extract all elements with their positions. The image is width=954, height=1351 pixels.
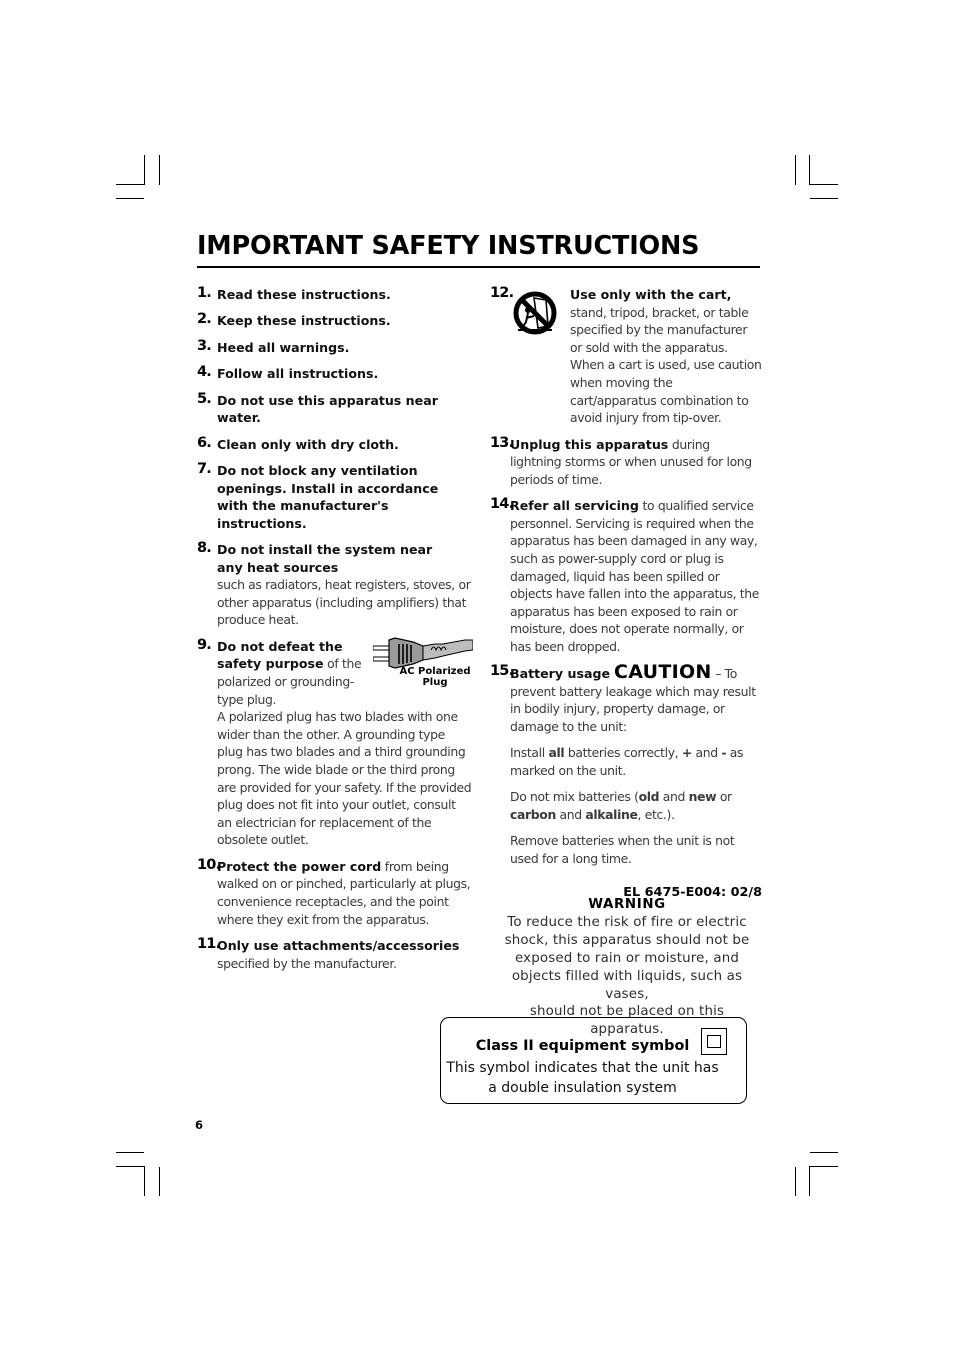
item-number: 12. [490,285,514,301]
note-text: , etc.). [637,807,675,823]
note-text: and [691,745,722,761]
item-heading: Protect the power cord [217,858,382,874]
item-heading: Refer all servicing [510,498,639,514]
note-emphasis: alkaline [585,807,638,823]
right-column: 12. Use only with the cart, stand, tripo… [490,285,762,901]
class-ii-equipment-box: Class II equipment symbol This symbol in… [440,1017,747,1104]
instruction-item-5: 5. Do not use this apparatus near water. [197,390,472,427]
item-number: 2. [197,311,212,328]
item-heading: Do not install the system near any heat … [217,542,433,575]
page-title: IMPORTANT SAFETY INSTRUCTIONS [197,231,700,261]
note-emphasis: all [548,745,565,761]
item-heading: Read these instructions. [217,287,391,302]
item-body: specified by the manufacturer. [217,955,397,971]
item-heading: Unplug this apparatus [510,436,669,452]
item-heading: Battery usage [510,666,610,682]
item-heading: Do not block any ventilation openings. I… [217,462,439,531]
instruction-item-2: 2. Keep these instructions. [197,311,472,330]
battery-note-mix: Do not mix batteries (old and new or car… [510,788,762,823]
left-column: 1. Read these instructions. 2. Keep thes… [197,285,474,981]
battery-note-remove: Remove batteries when the unit is not us… [510,833,735,866]
title-rule [197,266,760,268]
note-text: and [555,807,586,823]
item-number: 6. [197,434,212,451]
item-number: 1. [197,285,212,301]
item-number: 14. [490,496,514,513]
item-heading: Do not use this apparatus near water. [217,392,438,426]
item-heading: Follow all instructions. [217,366,379,382]
item-body: stand, tripod, bracket, or table specifi… [570,304,762,426]
instruction-item-15: 15. Battery usage CAUTION – To prevent b… [490,661,762,735]
item-number: 3. [197,337,212,354]
note-text: or [716,789,732,805]
item-number: 10. [197,856,221,873]
class-ii-description: This symbol indicates that the unit has … [441,1058,724,1098]
note-text: Do not mix batteries ( [510,789,639,805]
item-body: to qualified service personnel. Servicin… [510,498,760,654]
item-number: 9. [197,636,212,653]
item-number: 5. [197,390,212,407]
item-number: 8. [197,540,212,557]
item-heading: Only use attachments/accessories [217,937,460,953]
instruction-item-1: 1. Read these instructions. [197,285,472,304]
class-ii-line: a double insulation system [488,1080,677,1096]
item-number: 4. [197,364,212,381]
instruction-item-4: 4. Follow all instructions. [197,364,472,383]
item-body: such as radiators, heat registers, stove… [217,577,471,628]
item-heading: Heed all warnings. [217,339,350,355]
item-heading: Use only with the cart, [570,287,732,302]
warning-line: shock, this apparatus should not be [504,932,750,948]
instruction-item-13: 13. Unplug this apparatus during lightni… [490,434,762,489]
note-emphasis: carbon [510,807,556,823]
item-heading: Clean only with dry cloth. [217,436,399,452]
note-text: batteries correctly, [564,745,682,761]
item-body: A polarized plug has two blades with one… [217,709,472,848]
caution-label: CAUTION [613,661,712,684]
item-number: 15. [490,663,514,680]
class-ii-line: This symbol indicates that the unit has [446,1060,719,1076]
note-text: Install [510,745,549,761]
cart-tip-over-warning-icon [512,290,558,336]
item-number: 13. [490,434,514,451]
warning-line: exposed to rain or moisture, and [514,950,740,966]
item-heading: Keep these instructions. [217,313,391,329]
plug-caption: AC Polarized Plug [399,665,471,688]
warning-line: To reduce the risk of fire or electric [507,914,747,930]
instruction-item-3: 3. Heed all warnings. [197,337,472,357]
instruction-item-12: 12. Use only with the cart, stand, tripo… [490,285,762,427]
instruction-item-14: 14. Refer all servicing to qualified ser… [490,496,762,655]
warning-line: objects filled with liquids, such as vas… [511,968,743,1002]
instruction-item-8: 8. Do not install the system near any he… [197,540,472,629]
instruction-item-10: 10. Protect the power cord from being wa… [197,856,472,928]
note-emphasis: old [638,789,660,805]
note-emphasis: new [688,789,717,805]
battery-note-install: Install all batteries correctly, + and -… [510,744,762,779]
instruction-item-11: 11. Only use attachments/accessories spe… [197,935,472,972]
instruction-item-9: 9. Do not defeat the safety purpose of t… [197,636,474,849]
instruction-item-7: 7. Do not block any ventilation openings… [197,460,472,532]
page-number: 6 [195,1118,204,1132]
instruction-item-6: 6. Clean only with dry cloth. [197,434,472,454]
item-number: 11. [197,935,221,952]
item-number: 7. [197,460,212,477]
note-emphasis: + [681,745,692,761]
note-text: and [659,789,689,805]
class-ii-title: Class II equipment symbol [475,1038,690,1054]
warning-heading: WARNING [588,897,666,912]
ac-polarized-plug-icon: AC Polarized Plug [372,636,474,698]
